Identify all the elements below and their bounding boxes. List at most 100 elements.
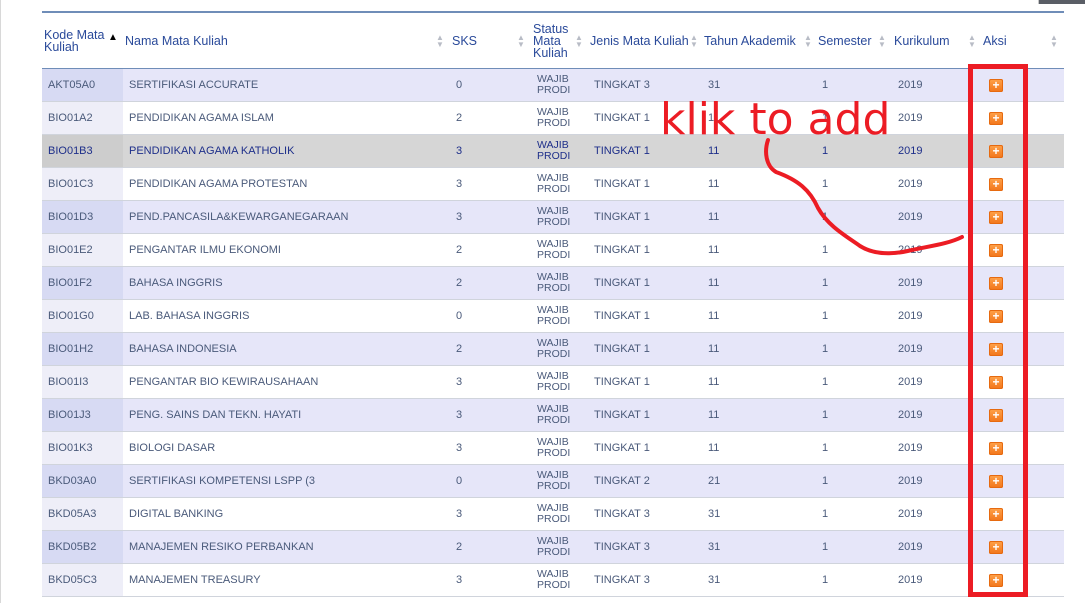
kode-cell: BKD05B2 <box>48 541 97 553</box>
jenis-cell: TINGKAT 1 <box>594 310 650 322</box>
status-line: PRODI <box>537 513 571 525</box>
tahun-cell: 11 <box>708 178 720 190</box>
header-kurikulum[interactable]: Kurikulum <box>894 13 964 69</box>
status-cell: WAJIB PRODI <box>537 168 570 200</box>
kurikulum-cell: 2019 <box>898 508 923 520</box>
kurikulum-cell: 2019 <box>898 442 923 454</box>
header-kurikulum-label: Kurikulum <box>894 34 950 48</box>
semester-cell: 1 <box>822 574 829 586</box>
nama-cell: BIOLOGI DASAR <box>129 442 216 454</box>
header-kode[interactable]: Kode Mata Kuliah <box>44 13 108 69</box>
table-row[interactable]: BKD05B2 MANAJEMEN RESIKO PERBANKAN 2 WAJIB P… <box>42 531 1064 564</box>
nama-cell: PEND.PANCASILA&KEWARGANEGARAAN <box>129 211 349 223</box>
table-row[interactable]: BIO01E2 PENGANTAR ILMU EKONOMI 2 WAJIB PRODI… <box>42 234 1064 267</box>
tahun-cell: 11 <box>708 211 720 223</box>
semester-cell: 1 <box>822 475 829 487</box>
header-aksi[interactable]: Aksi <box>983 13 1023 69</box>
sort-icon[interactable]: ▲ ▼ <box>517 34 525 49</box>
semester-cell: 1 <box>822 178 829 190</box>
sort-icon[interactable]: ▲ ▼ <box>804 34 812 49</box>
table-row[interactable]: BIO01B3 PENDIDIKAN AGAMA KATHOLIK 3 WAJIB PR… <box>42 135 1064 168</box>
header-status-label: Status Mata Kuliah <box>533 22 569 60</box>
semester-cell: 1 <box>822 277 829 289</box>
header-tahun[interactable]: Tahun Akademik <box>704 13 804 69</box>
table-row[interactable]: BIO01C3 PENDIDIKAN AGAMA PROTESTAN 3 WAJIB P… <box>42 168 1064 201</box>
status-line: PRODI <box>537 447 571 459</box>
header-nama-label: Nama Mata Kuliah <box>125 34 228 48</box>
sks-cell: 3 <box>456 178 463 190</box>
sort-icon[interactable]: ▲ ▼ <box>690 34 698 49</box>
table-row[interactable]: BIO01K3 BIOLOGI DASAR 3 WAJIB PRODI TINGKAT 1… <box>42 432 1064 465</box>
semester-cell: 1 <box>822 244 829 256</box>
kode-cell: BIO01F2 <box>48 277 93 289</box>
status-line: PRODI <box>537 315 571 327</box>
nama-cell: MANAJEMEN RESIKO PERBANKAN <box>129 541 314 553</box>
sks-cell: 2 <box>456 343 463 355</box>
tahun-cell: 11 <box>708 409 720 421</box>
kode-cell: BIO01E2 <box>48 244 93 256</box>
jenis-cell: TINGKAT 3 <box>594 541 650 553</box>
sort-icon[interactable]: ▲ ▼ <box>968 34 976 49</box>
table-row[interactable]: BKD03A0 SERTIFIKASI KOMPETENSI LSPP (3 0 WA… <box>42 465 1064 498</box>
sort-asc-icon[interactable]: ▲ <box>108 33 118 47</box>
kode-cell: BKD05A3 <box>48 508 97 520</box>
status-cell: WAJIB PRODI <box>537 135 570 167</box>
status-line: PRODI <box>537 249 571 261</box>
sort-icon[interactable]: ▲ ▼ <box>575 34 583 49</box>
status-line: PRODI <box>537 216 571 228</box>
jenis-cell: TINGKAT 1 <box>594 178 650 190</box>
sks-cell: 0 <box>456 79 463 91</box>
table-row[interactable]: AKT05A0 SERTIFIKASI ACCURATE 0 WAJIB PRODI TI… <box>42 69 1064 102</box>
sort-icon[interactable]: ▲ ▼ <box>1050 34 1058 49</box>
table-row[interactable]: BIO01D3 PEND.PANCASILA&KEWARGANEGARAAN 3 WA… <box>42 201 1064 234</box>
nama-cell: BAHASA INDONESIA <box>129 343 237 355</box>
jenis-cell: TINGKAT 2 <box>594 475 650 487</box>
status-cell: WAJIB PRODI <box>537 465 570 497</box>
header-semester-label: Semester <box>818 34 872 48</box>
sort-icon[interactable]: ▲ ▼ <box>878 34 886 49</box>
table-row[interactable]: BIO01J3 PENG. SAINS DAN TEKN. HAYATI 3 WAJI… <box>42 399 1064 432</box>
header-semester[interactable]: Semester <box>818 13 878 69</box>
sks-cell: 2 <box>456 244 463 256</box>
sks-cell: 0 <box>456 310 463 322</box>
jenis-cell: TINGKAT 1 <box>594 145 650 157</box>
kode-cell: AKT05A0 <box>48 79 96 91</box>
tahun-cell: 11 <box>708 442 720 454</box>
nama-cell: PENGANTAR BIO KEWIRAUSAHAAN <box>129 376 319 388</box>
table-row[interactable]: BKD05A3 DIGITAL BANKING 3 WAJIB PRODI TINGKAT… <box>42 498 1064 531</box>
semester-cell: 1 <box>822 343 829 355</box>
jenis-cell: TINGKAT 1 <box>594 442 650 454</box>
sort-icon[interactable]: ▲ ▼ <box>436 34 444 49</box>
header-sks[interactable]: SKS <box>452 13 502 69</box>
header-status[interactable]: Status Mata Kuliah <box>533 13 573 69</box>
table-row[interactable]: BIO01G0 LAB. BAHASA INGGRIS 0 WAJIB PRODI TIN… <box>42 300 1064 333</box>
header-jenis[interactable]: Jenis Mata Kuliah <box>590 13 690 69</box>
tahun-cell: 11 <box>708 244 720 256</box>
nama-cell: PENDIDIKAN AGAMA KATHOLIK <box>129 145 295 157</box>
status-line: PRODI <box>537 381 571 393</box>
sks-cell: 3 <box>456 409 463 421</box>
kode-cell: BIO01D3 <box>48 211 94 223</box>
semester-cell: 1 <box>822 409 829 421</box>
kode-cell: BIO01A2 <box>48 112 93 124</box>
table-row[interactable]: BKD05C3 MANAJEMEN TREASURY 3 WAJIB PRODI TING… <box>42 564 1064 597</box>
kurikulum-cell: 2019 <box>898 541 923 553</box>
kurikulum-cell: 2019 <box>898 475 923 487</box>
status-line: PRODI <box>537 414 571 426</box>
status-cell: WAJIB PRODI <box>537 102 570 134</box>
nama-cell: PENGANTAR ILMU EKONOMI <box>129 244 281 256</box>
status-cell: WAJIB PRODI <box>537 267 570 299</box>
sks-cell: 2 <box>456 112 463 124</box>
header-nama[interactable]: Nama Mata Kuliah <box>125 13 425 69</box>
semester-cell: 1 <box>822 211 829 223</box>
sks-cell: 3 <box>456 145 463 157</box>
table-row[interactable]: BIO01H2 BAHASA INDONESIA 2 WAJIB PRODI TINGKA… <box>42 333 1064 366</box>
table-row[interactable]: BIO01I3 PENGANTAR BIO KEWIRAUSAHAAN 3 WAJIB… <box>42 366 1064 399</box>
table-row[interactable]: BIO01A2 PENDIDIKAN AGAMA ISLAM 2 WAJIB PRODI… <box>42 102 1064 135</box>
kurikulum-cell: 2019 <box>898 376 923 388</box>
table-row[interactable]: BIO01F2 BAHASA INGGRIS 2 WAJIB PRODI TINGKAT … <box>42 267 1064 300</box>
status-cell: WAJIB PRODI <box>537 498 570 530</box>
header-kode-label: Kode Mata Kuliah <box>44 28 105 54</box>
sks-cell: 0 <box>456 475 463 487</box>
status-cell: WAJIB PRODI <box>537 300 570 332</box>
